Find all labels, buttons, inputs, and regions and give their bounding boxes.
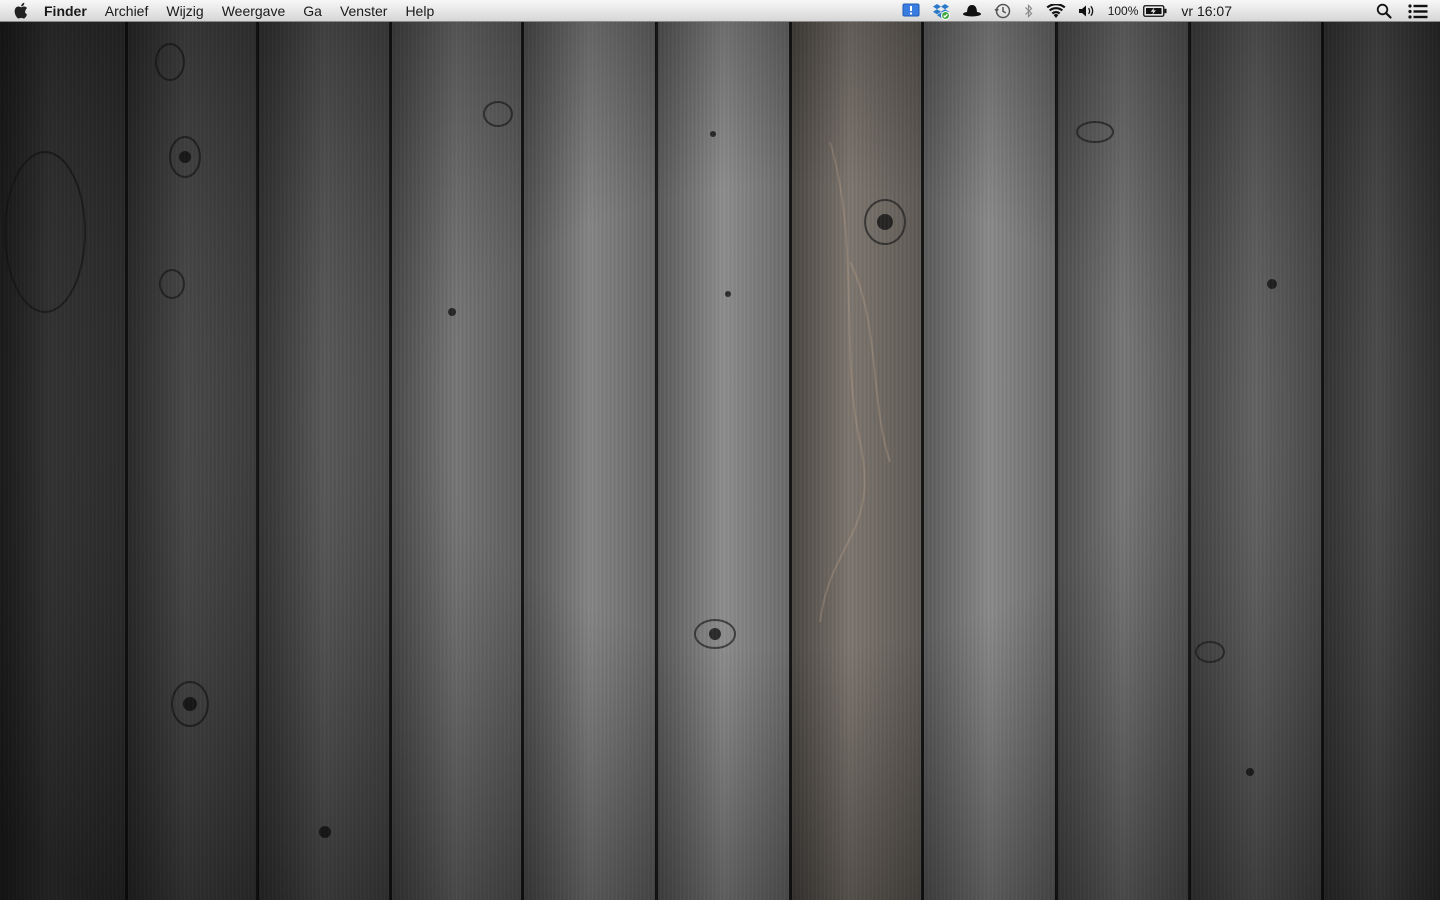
dropbox-icon[interactable]	[926, 0, 956, 22]
menu-archief[interactable]: Archief	[96, 0, 158, 22]
menu-help[interactable]: Help	[396, 0, 443, 22]
notification-center-icon[interactable]	[1400, 0, 1440, 22]
menu-bar: Finder Archief Wijzig Weergave Ga Venste…	[0, 0, 1440, 22]
menu-ga[interactable]: Ga	[294, 0, 331, 22]
menu-wijzig[interactable]: Wijzig	[157, 0, 212, 22]
volume-icon[interactable]	[1072, 0, 1102, 22]
desktop-screen: Finder Archief Wijzig Weergave Ga Venste…	[0, 0, 1440, 900]
wood-planks-wallpaper	[0, 22, 1440, 900]
spotlight-search-icon[interactable]	[1368, 0, 1400, 22]
menu-app-finder[interactable]: Finder	[42, 0, 96, 22]
battery-charging-icon[interactable]	[1141, 0, 1173, 22]
time-machine-icon[interactable]	[988, 0, 1018, 22]
apple-logo-icon[interactable]	[12, 2, 28, 20]
menu-weergave[interactable]: Weergave	[213, 0, 295, 22]
menu-venster[interactable]: Venster	[331, 0, 396, 22]
bluetooth-icon[interactable]	[1018, 0, 1040, 22]
battery-percent[interactable]: 100%	[1102, 0, 1142, 22]
menu-bar-right: 100% vr 16:07	[896, 0, 1440, 22]
menu-bar-left: Finder Archief Wijzig Weergave Ga Venste…	[0, 0, 443, 22]
wifi-icon[interactable]	[1040, 0, 1072, 22]
menu-clock[interactable]: vr 16:07	[1173, 0, 1242, 22]
notification-icon[interactable]	[896, 0, 926, 22]
hat-icon[interactable]	[956, 0, 988, 22]
wood-knots	[4, 43, 1277, 838]
